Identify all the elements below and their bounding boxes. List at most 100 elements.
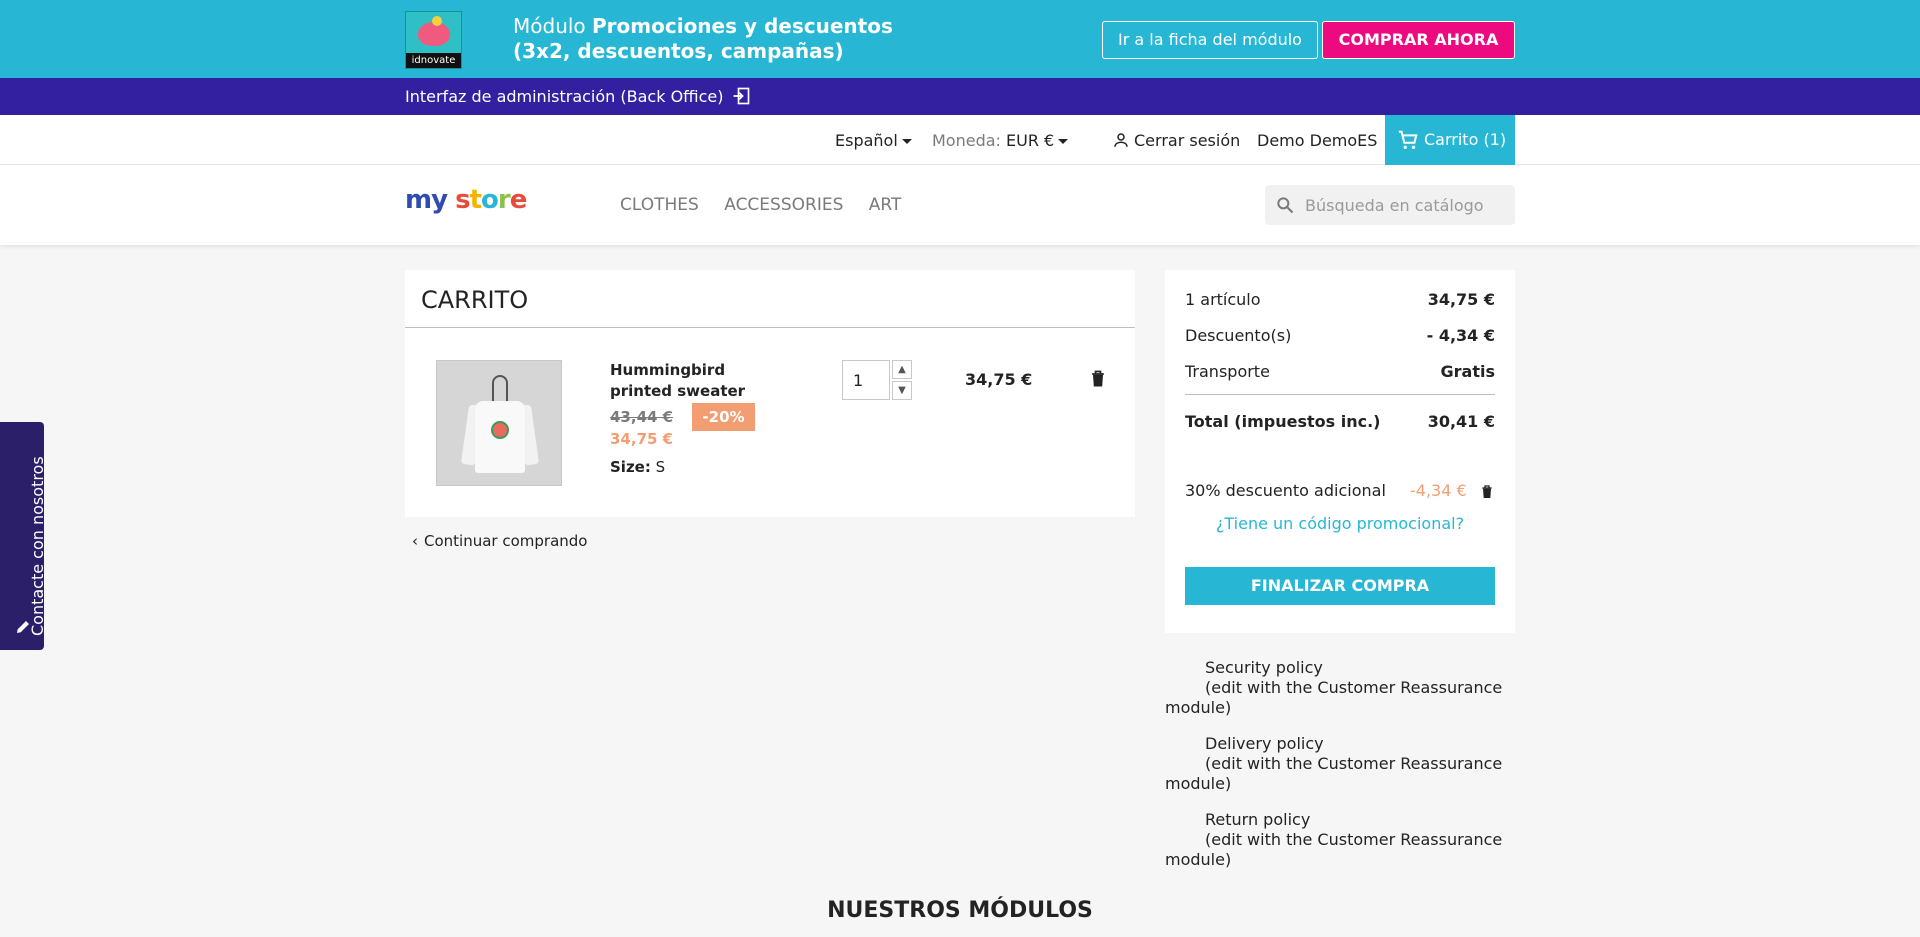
logout-link[interactable]: Cerrar sesión [1112, 131, 1240, 150]
continue-shopping-link[interactable]: ‹ Continuar comprando [412, 532, 587, 550]
reassurance-item: Security policy (edit with the Customer … [1165, 658, 1515, 718]
reassurance-item: Delivery policy (edit with the Customer … [1165, 734, 1515, 794]
chevron-left-icon: ‹ [412, 532, 418, 550]
voucher-amount: -4,34 € [1410, 481, 1467, 500]
summary-items: 1 artículo 34,75 € [1185, 290, 1495, 309]
nav-item-accessories[interactable]: ACCESSORIES [724, 195, 843, 215]
sign-in-icon[interactable] [731, 86, 751, 106]
main-nav: CLOTHES ACCESSORIES ART [620, 195, 921, 215]
promo-title: Módulo Promociones y descuentos (3x2, de… [513, 14, 953, 64]
continue-shopping-label: Continuar comprando [424, 532, 588, 550]
logo-letter: s [455, 185, 471, 215]
summary-shipping: Transporte Gratis [1185, 362, 1495, 381]
nav-item-art[interactable]: ART [869, 195, 902, 215]
items-label: 1 artículo [1185, 290, 1261, 309]
product-image[interactable] [436, 360, 562, 486]
logo-brand-text: idnovate [406, 53, 461, 68]
discount-label: Descuento(s) [1185, 326, 1292, 345]
user-icon [1114, 133, 1128, 147]
hummingbird-print [491, 421, 509, 439]
coin-icon [432, 16, 442, 26]
module-link-button[interactable]: Ir a la ficha del módulo [1102, 21, 1318, 59]
reassurance-title: Return policy [1205, 810, 1311, 829]
buy-now-button[interactable]: COMPRAR AHORA [1322, 21, 1515, 59]
voucher-name: 30% descuento adicional [1185, 481, 1386, 500]
search-input[interactable] [1305, 185, 1505, 225]
idnovate-logo: idnovate [405, 11, 462, 69]
language-selector[interactable]: Español [835, 131, 912, 150]
chevron-down-icon [901, 139, 912, 144]
logo-letter: r [497, 185, 511, 215]
logout-label: Cerrar sesión [1134, 131, 1241, 150]
applied-voucher: 30% descuento adicional -4,34 € [1185, 481, 1495, 500]
currency-label: Moneda: [932, 131, 1001, 150]
cart-title: CARRITO [421, 286, 529, 314]
quantity-input[interactable] [842, 360, 890, 400]
items-value: 34,75 € [1427, 290, 1495, 309]
reassurance-text: module) [1165, 698, 1232, 717]
reassurance-text: (edit with the Customer Reassurance [1205, 754, 1503, 773]
product-name-link[interactable]: Hummingbird printed sweater [610, 360, 780, 402]
reassurance-text: (edit with the Customer Reassurance [1205, 678, 1503, 697]
promo-title-prefix: Módulo [513, 14, 593, 38]
cart-summary: 1 artículo 34,75 € Descuento(s) - 4,34 € T… [1165, 270, 1515, 633]
reassurance-title: Security policy [1205, 658, 1323, 677]
checkout-button[interactable]: FINALIZAR COMPRA [1185, 567, 1495, 605]
regular-price: 43,44 € [610, 408, 674, 426]
trash-icon[interactable] [1479, 483, 1495, 501]
reassurance-text: (edit with the Customer Reassurance [1205, 830, 1503, 849]
discount-value: - 4,34 € [1426, 326, 1495, 345]
piggy-bank-icon [418, 22, 450, 46]
total-label: Total (impuestos inc.) [1185, 412, 1381, 431]
cart-label: Carrito (1) [1424, 130, 1507, 149]
currency-value: EUR € [1006, 131, 1055, 150]
store-logo[interactable]: my store [405, 185, 528, 215]
shipping-label: Transporte [1185, 362, 1270, 381]
product-size: Size: S [610, 458, 665, 476]
total-value: 30,41 € [1427, 412, 1495, 431]
logo-space [447, 185, 455, 215]
pencil-icon [17, 621, 29, 633]
logo-letter: t [469, 185, 482, 215]
backoffice-bar: Interfaz de administración (Back Office) [0, 78, 1920, 115]
promo-code-link[interactable]: ¿Tiene un código promocional? [1165, 514, 1515, 533]
product-price: 34,75 € [610, 430, 674, 448]
backoffice-link[interactable]: Interfaz de administración (Back Office) [405, 87, 724, 106]
search-box [1265, 185, 1515, 225]
size-label: Size: [610, 458, 651, 476]
contact-tab-label: Contacte con nosotros [28, 456, 47, 636]
site-header: my store CLOTHES ACCESSORIES ART [0, 165, 1920, 245]
nav-item-clothes[interactable]: CLOTHES [620, 195, 699, 215]
summary-total: Total (impuestos inc.) 30,41 € [1185, 412, 1495, 431]
contact-tab[interactable]: Contacte con nosotros [0, 422, 47, 650]
cart-panel: CARRITO Hummingbird printed sweater 43,4… [405, 270, 1135, 517]
cart-icon [1398, 130, 1418, 149]
promo-banner: idnovate Módulo Promociones y descuentos… [0, 0, 1920, 78]
language-label: Español [835, 131, 898, 150]
logo-letter: e [509, 185, 528, 215]
trash-icon[interactable] [1088, 368, 1108, 390]
divider [1185, 394, 1495, 395]
discount-badge: -20% [692, 403, 755, 431]
search-icon[interactable] [1275, 195, 1295, 215]
quantity-stepper: ▲ ▼ [842, 360, 913, 400]
account-link[interactable]: Demo DemoES [1257, 131, 1377, 150]
cart-button[interactable]: Carrito (1) [1385, 115, 1515, 165]
reassurance-item: Return policy (edit with the Customer Re… [1165, 810, 1515, 870]
chevron-down-icon [1058, 139, 1069, 144]
hanger-shape [492, 375, 508, 401]
top-nav: Español Moneda: EUR € Cerrar sesión Demo… [0, 115, 1920, 165]
logo-letter: m [405, 185, 432, 215]
divider [405, 327, 1135, 328]
currency-selector[interactable]: Moneda: EUR € [932, 131, 1069, 150]
line-total: 34,75 € [965, 370, 1033, 389]
size-value: S [655, 458, 666, 476]
reassurance-text: module) [1165, 850, 1232, 869]
modules-title: NUESTROS MÓDULOS [827, 898, 1093, 923]
logo-letter: y [431, 185, 448, 215]
chevron-up-icon[interactable]: ▲ [892, 360, 912, 379]
chevron-down-icon[interactable]: ▼ [892, 381, 912, 400]
logo-letter: o [481, 185, 499, 215]
shipping-value: Gratis [1440, 362, 1495, 381]
reassurance-text: module) [1165, 774, 1232, 793]
